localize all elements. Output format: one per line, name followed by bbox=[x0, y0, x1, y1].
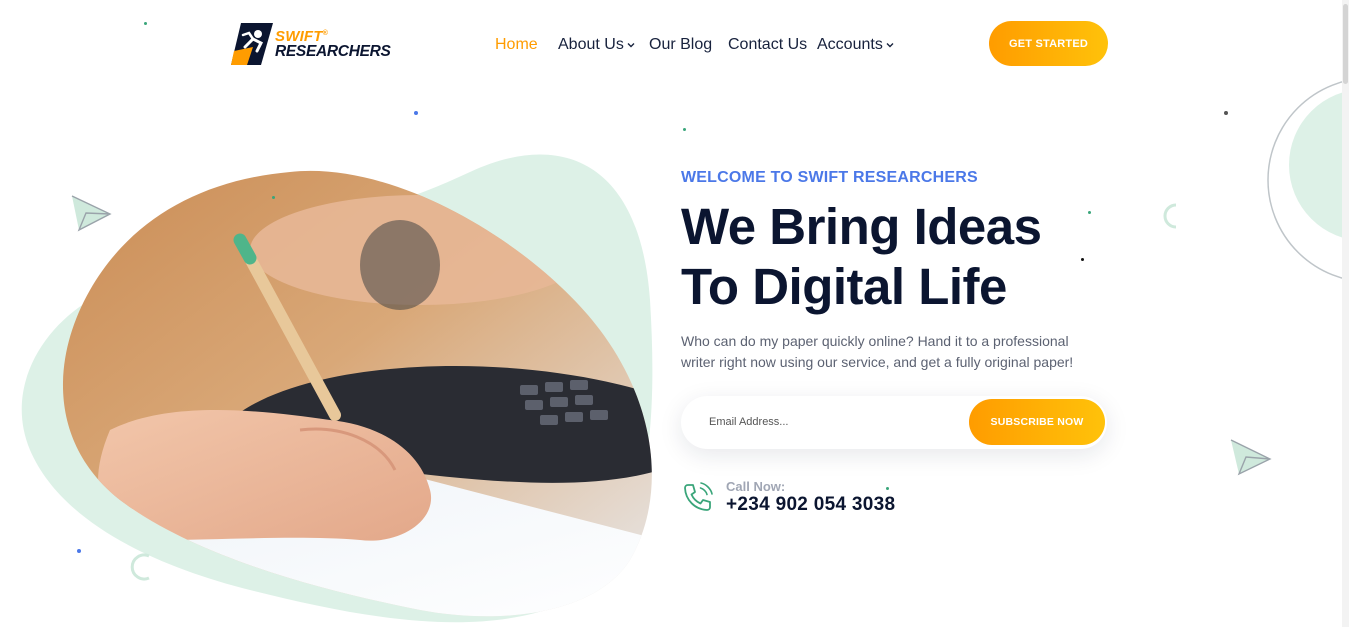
chevron-down-icon bbox=[627, 43, 635, 48]
hero-eyebrow: WELCOME TO SWIFT RESEARCHERS bbox=[681, 169, 978, 186]
nav-our-blog-label: Our Blog bbox=[649, 36, 713, 53]
nav-about-us-label: About Us bbox=[558, 36, 624, 53]
hero-headline-line2: To Digital Life bbox=[681, 258, 1007, 315]
decor-dot bbox=[144, 22, 147, 25]
nav-our-blog[interactable]: Our Blog bbox=[649, 36, 712, 54]
nav-accounts-label: Accounts bbox=[817, 36, 883, 53]
nav-about-us[interactable]: About Us bbox=[558, 36, 635, 54]
nav-contact-us-label: Contact Us bbox=[728, 36, 808, 53]
decor-dot bbox=[1224, 111, 1228, 115]
scrollbar-thumb[interactable] bbox=[1343, 4, 1348, 84]
decor-dot bbox=[886, 487, 889, 490]
chevron-down-icon bbox=[886, 43, 894, 48]
logo-line2: RESEARCHERS bbox=[275, 42, 391, 60]
hero-image bbox=[62, 170, 1272, 617]
nav-accounts[interactable]: Accounts bbox=[817, 36, 894, 54]
site-logo[interactable]: SWIFT® RESEARCHERS bbox=[231, 20, 391, 68]
hero-headline: We Bring Ideas To Digital Life bbox=[681, 197, 1042, 317]
decor-dot bbox=[1081, 258, 1084, 261]
nav-home[interactable]: Home bbox=[495, 36, 538, 54]
nav-contact-us[interactable]: Contact Us bbox=[728, 36, 807, 54]
hero-description: Who can do my paper quickly online? Hand… bbox=[681, 333, 1074, 370]
decor-dot bbox=[77, 549, 81, 553]
decor-dot bbox=[1088, 211, 1091, 214]
call-now-label: Call Now: bbox=[726, 479, 786, 494]
call-phone-number[interactable]: +234 902 054 3038 bbox=[726, 494, 895, 516]
hero-headline-line1: We Bring Ideas bbox=[681, 198, 1042, 255]
subscribe-form: SUBSCRIBE NOW bbox=[681, 396, 1107, 449]
decor-dot bbox=[683, 128, 686, 131]
get-started-button[interactable]: GET STARTED bbox=[989, 21, 1108, 66]
logo-runner-icon bbox=[231, 23, 273, 65]
decor-dot bbox=[272, 196, 275, 199]
subscribe-button[interactable]: SUBSCRIBE NOW bbox=[969, 399, 1105, 445]
decor-dot bbox=[414, 111, 418, 115]
page-scrollbar[interactable] bbox=[1342, 0, 1349, 627]
nav-home-label: Home bbox=[495, 36, 538, 53]
email-input[interactable] bbox=[709, 411, 959, 433]
phone-icon bbox=[684, 482, 713, 511]
paper-plane-icon bbox=[1230, 439, 1272, 476]
paper-plane-icon bbox=[71, 195, 112, 232]
